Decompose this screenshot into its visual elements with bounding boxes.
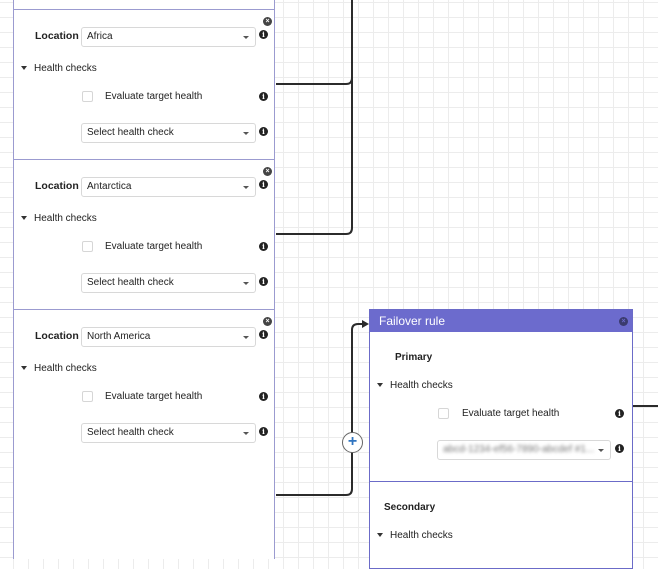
chevron-down-icon xyxy=(598,449,604,452)
health-checks-label: Health checks xyxy=(34,63,97,74)
location-label: Location xyxy=(35,180,79,192)
connector-arrowhead xyxy=(362,320,369,328)
location-rule-north-america: × Location North America i Health checks… xyxy=(13,309,275,559)
health-check-placeholder: Select health check xyxy=(87,127,174,138)
caret-down-icon xyxy=(377,383,383,388)
plus-icon: + xyxy=(347,433,358,450)
caret-down-icon xyxy=(21,66,27,71)
connector-north-america xyxy=(276,323,362,496)
info-icon[interactable]: i xyxy=(259,242,268,251)
location-rule-antarctica: × Location Antarctica i Health checks Ev… xyxy=(13,159,275,310)
health-checks-label: Health checks xyxy=(390,530,453,541)
health-checks-label: Health checks xyxy=(34,363,97,374)
health-check-value: abcd-1234-ef56-7890-abcdef #1... xyxy=(443,444,595,455)
connector-africa xyxy=(276,0,353,85)
chevron-down-icon xyxy=(243,432,249,435)
chevron-down-icon xyxy=(243,36,249,39)
location-label: Location xyxy=(35,330,79,342)
location-label: Location xyxy=(35,30,79,42)
location-select[interactable]: North America xyxy=(81,327,256,347)
location-value: Antarctica xyxy=(87,181,132,192)
caret-down-icon xyxy=(21,216,27,221)
location-rule-africa: × Location Africa i Health checks Evalua… xyxy=(13,9,275,160)
chevron-down-icon xyxy=(243,132,249,135)
chevron-down-icon xyxy=(243,282,249,285)
location-value: North America xyxy=(87,331,151,342)
info-icon[interactable]: i xyxy=(259,180,268,189)
health-checks-toggle[interactable]: Health checks xyxy=(377,380,453,391)
health-checks-toggle[interactable]: Health checks xyxy=(377,530,453,541)
info-icon[interactable]: i xyxy=(259,427,268,436)
evaluate-target-health-label: Evaluate target health xyxy=(462,408,560,419)
health-check-select[interactable]: Select health check xyxy=(81,123,256,143)
location-select[interactable]: Africa xyxy=(81,27,256,47)
info-icon[interactable]: i xyxy=(615,409,624,418)
location-value: Africa xyxy=(87,31,113,42)
info-icon[interactable]: i xyxy=(259,392,268,401)
info-icon[interactable]: i xyxy=(259,30,268,39)
health-checks-toggle[interactable]: Health checks xyxy=(21,363,97,374)
caret-down-icon xyxy=(377,533,383,538)
evaluate-target-health-checkbox[interactable] xyxy=(82,91,93,102)
info-icon[interactable]: i xyxy=(615,444,624,453)
failover-rule-panel: Failover rule × Primary Health checks Ev… xyxy=(369,309,633,569)
location-select[interactable]: Antarctica xyxy=(81,177,256,197)
evaluate-target-health-checkbox[interactable] xyxy=(438,408,449,419)
connector-antarctica xyxy=(276,0,353,235)
info-icon[interactable]: i xyxy=(259,92,268,101)
caret-down-icon xyxy=(21,366,27,371)
evaluate-target-health-label: Evaluate target health xyxy=(105,391,203,402)
primary-title: Primary xyxy=(395,352,433,363)
chevron-down-icon xyxy=(243,186,249,189)
close-icon[interactable]: × xyxy=(619,317,628,326)
evaluate-target-health-label: Evaluate target health xyxy=(105,241,203,252)
health-checks-toggle[interactable]: Health checks xyxy=(21,63,97,74)
close-icon[interactable]: × xyxy=(263,17,272,26)
location-rule-stub xyxy=(13,0,275,9)
info-icon[interactable]: i xyxy=(259,127,268,136)
chevron-down-icon xyxy=(243,336,249,339)
health-checks-label: Health checks xyxy=(34,213,97,224)
add-rule-button[interactable]: + xyxy=(342,432,363,453)
health-checks-toggle[interactable]: Health checks xyxy=(21,213,97,224)
close-icon[interactable]: × xyxy=(263,317,272,326)
health-check-select[interactable]: Select health check xyxy=(81,423,256,443)
section-divider xyxy=(370,481,632,482)
failover-rule-title: Failover rule xyxy=(379,314,446,328)
secondary-title: Secondary xyxy=(384,502,436,513)
failover-rule-header: Failover rule × xyxy=(370,310,632,332)
primary-health-check-select[interactable]: abcd-1234-ef56-7890-abcdef #1... xyxy=(437,440,611,460)
health-check-placeholder: Select health check xyxy=(87,427,174,438)
health-check-placeholder: Select health check xyxy=(87,277,174,288)
info-icon[interactable]: i xyxy=(259,277,268,286)
health-check-select[interactable]: Select health check xyxy=(81,273,256,293)
evaluate-target-health-label: Evaluate target health xyxy=(105,91,203,102)
evaluate-target-health-checkbox[interactable] xyxy=(82,391,93,402)
close-icon[interactable]: × xyxy=(263,167,272,176)
health-checks-label: Health checks xyxy=(390,380,453,391)
info-icon[interactable]: i xyxy=(259,330,268,339)
evaluate-target-health-checkbox[interactable] xyxy=(82,241,93,252)
